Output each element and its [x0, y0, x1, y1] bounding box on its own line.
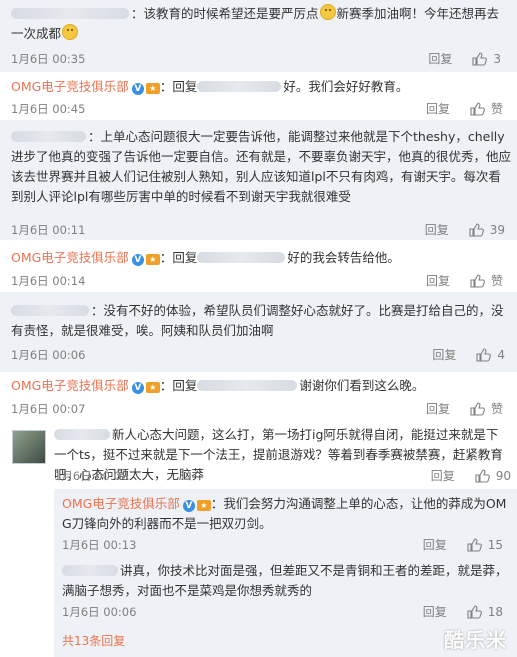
blurred-username: [197, 252, 286, 263]
like-count: 39: [489, 223, 505, 237]
comment-body: ：没有不好的体验，希望队员们调整好心态就好了。比赛是打给自己的，没有责怪，就是很…: [11, 303, 504, 338]
verified-badge-icon: V: [131, 254, 144, 266]
comment-body: OMG电子竞技俱乐部 V ★ ：回复 谢谢你们看到这么晚。: [11, 378, 425, 394]
comment-6: OMG电子竞技俱乐部 V ★ ：回复 谢谢你们看到这么晚。 1月6日 00:07 回复 …: [0, 372, 517, 422]
thumbs-up-icon[interactable]: [475, 469, 490, 483]
like-label: 赞: [490, 402, 503, 416]
timestamp: 1月6日 00:13: [62, 538, 137, 552]
timestamp: 1月6日 00:35: [11, 52, 86, 66]
avatar[interactable]: [12, 430, 46, 464]
more-replies-link[interactable]: 共13条回复: [62, 632, 125, 649]
thumbs-up-icon[interactable]: [470, 274, 485, 288]
timestamp: 1月6日 00:08: [54, 469, 129, 483]
reply-button[interactable]: 回复: [423, 537, 447, 553]
like-count: 3: [493, 52, 501, 66]
comment-2: OMG电子竞技俱乐部 V ★ ：回复 好。我们会好好教育。 1月6日 00:45 回复 …: [0, 72, 517, 120]
like-count: 15: [487, 538, 503, 552]
comment-body: ：上单心态问题很大一定要告诉他，能调整过来他就是下个theshy，chelly进…: [11, 129, 512, 204]
comment-body: OMG电子竞技俱乐部 V ★ ：回复 好。我们会好好教育。: [11, 79, 409, 95]
blurred-username: [197, 81, 282, 92]
comment-1: ：该教育的时候希望还是要严厉点 新赛季加油啊！今年还想再去一次成都 1月6日 00…: [0, 0, 517, 72]
like-count: 18: [487, 605, 503, 619]
reply-button[interactable]: 回复: [425, 222, 449, 238]
comment-5: ：没有不好的体验，希望队员们调整好心态就好了。比赛是打给自己的，没有责怪，就是很…: [0, 292, 517, 372]
thumbs-up-icon[interactable]: [469, 223, 484, 237]
timestamp: 1月6日 00:14: [11, 274, 86, 288]
blurred-username: [54, 429, 110, 440]
timestamp: 1月6日 00:07: [11, 402, 86, 416]
like-label: 赞: [490, 102, 503, 116]
thumbs-up-icon[interactable]: [467, 605, 482, 619]
reply-button[interactable]: 回复: [426, 401, 450, 417]
username-link[interactable]: OMG电子竞技俱乐部: [11, 378, 129, 393]
blurred-username: [11, 8, 129, 19]
blurred-username: [11, 305, 89, 316]
reply-button[interactable]: 回复: [428, 51, 452, 67]
nested-reply-1-body: OMG电子竞技俱乐部 V ★ ：我们会努力沟通调整上单的心态，让他的莽成为OMG刀锋向…: [62, 496, 507, 531]
emoji-icon: [319, 4, 336, 20]
medal-badge-icon: ★: [196, 500, 211, 511]
reply-button[interactable]: 回复: [426, 273, 450, 289]
username-link[interactable]: OMG电子竞技俱乐部: [62, 496, 180, 511]
thumbs-up-icon[interactable]: [470, 102, 485, 116]
verified-badge-icon: V: [131, 382, 144, 394]
timestamp: 1月6日 00:45: [11, 102, 86, 116]
watermark-logo: 酷乐米: [444, 628, 507, 652]
reply-button[interactable]: 回复: [431, 468, 455, 484]
comment-body: OMG电子竞技俱乐部 V ★ ：回复 好的我会转告给他。: [11, 250, 400, 266]
username-link[interactable]: OMG电子竞技俱乐部: [11, 79, 129, 94]
like-label: 赞: [490, 274, 503, 288]
blurred-username: [62, 565, 118, 576]
timestamp: 1月6日 00:06: [11, 348, 86, 362]
nested-reply-2-body: 讲真，你技术比对面是强，但差距又不是青铜和王者的差距，就是莽，满脑子想秀，对面也…: [62, 563, 508, 598]
blurred-username: [197, 380, 298, 391]
blurred-username: [11, 131, 86, 142]
medal-badge-icon: ★: [145, 254, 160, 265]
comment-4: OMG电子竞技俱乐部 V ★ ：回复 好的我会转告给他。 1月6日 00:14 回复 赞: [0, 240, 517, 292]
verified-badge-icon: V: [131, 83, 144, 95]
like-count: 90: [495, 469, 511, 483]
timestamp: 1月6日 00:06: [62, 605, 137, 619]
username-link[interactable]: OMG电子竞技俱乐部: [11, 250, 129, 265]
thumbs-up-icon[interactable]: [476, 348, 492, 362]
timestamp: 1月6日 00:11: [11, 223, 86, 237]
comment-body: ：该教育的时候希望还是要严厉点 新赛季加油啊！今年还想再去一次成都: [11, 4, 500, 41]
thumbs-up-icon[interactable]: [470, 402, 485, 416]
emoji-icon: [62, 24, 79, 40]
medal-badge-icon: ★: [145, 83, 160, 94]
reply-button[interactable]: 回复: [423, 604, 447, 620]
medal-badge-icon: ★: [145, 382, 160, 393]
reply-button[interactable]: 回复: [426, 101, 450, 117]
like-count: 4: [497, 348, 505, 362]
thumbs-up-icon[interactable]: [472, 52, 488, 66]
thumbs-up-icon[interactable]: [467, 538, 482, 552]
reply-button[interactable]: 回复: [432, 347, 456, 363]
verified-badge-icon: V: [182, 500, 195, 512]
comment-3: ：上单心态问题很大一定要告诉他，能调整过来他就是下个theshy，chelly进…: [0, 120, 517, 240]
